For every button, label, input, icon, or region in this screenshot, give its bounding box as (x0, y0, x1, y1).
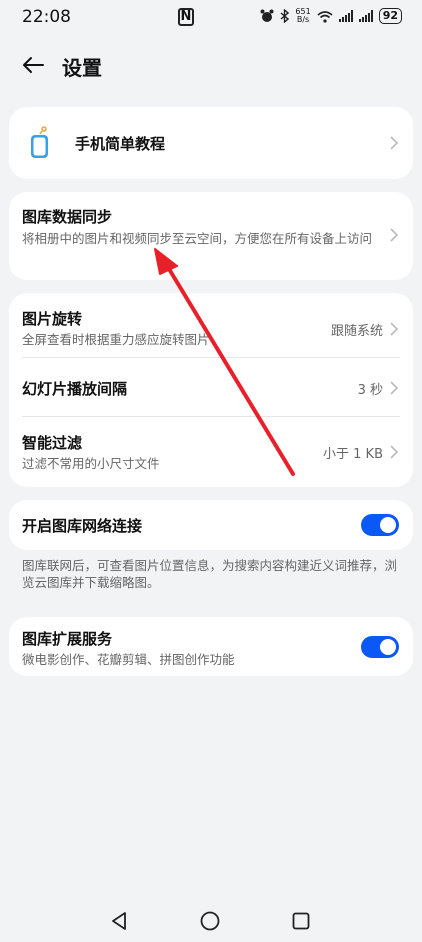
toggle-knob (380, 639, 396, 655)
slideshow-row[interactable]: 幻灯片播放间隔 3 秒 (9, 358, 413, 416)
toggle-knob (380, 517, 396, 533)
extension-toggle[interactable] (361, 636, 399, 658)
network-title: 开启图库网络连接 (22, 517, 143, 535)
network-note: 图库联网后，可查看图片位置信息，为搜索内容构建近义词推荐，浏览云图库并下载缩略图… (22, 558, 398, 590)
nav-back-icon[interactable] (110, 911, 128, 931)
network-speed: 651 B/s (295, 8, 310, 24)
rotate-title: 图片旋转 (22, 310, 83, 328)
sync-title: 图库数据同步 (22, 208, 113, 226)
page-title: 设置 (62, 56, 102, 80)
extension-title: 图库扩展服务 (22, 630, 113, 648)
rotate-description: 全屏查看时根据重力感应旋转图片 (22, 332, 210, 347)
chevron-right-icon (390, 322, 399, 336)
phone-tutorial-icon (31, 126, 48, 158)
network-card: 开启图库网络连接 (9, 500, 413, 550)
extension-description: 微电影创作、花瓣剪辑、拼图创作功能 (22, 652, 235, 667)
signal-icon-1 (338, 10, 353, 22)
rotate-value: 跟随系统 (330, 324, 383, 339)
nav-home-icon[interactable] (200, 911, 220, 931)
filter-row[interactable]: 智能过滤 过滤不常用的小尺寸文件 小于 1 KB (9, 417, 413, 487)
bluetooth-icon (280, 9, 290, 23)
slideshow-value: 3 秒 (357, 383, 383, 398)
chevron-right-icon (390, 445, 399, 459)
sync-card[interactable]: 图库数据同步 将相册中的图片和视频同步至云空间，方便您在所有设备上访问 (9, 192, 413, 280)
wifi-icon (317, 10, 333, 23)
alarm-icon (260, 9, 274, 22)
back-arrow-icon[interactable] (20, 52, 46, 78)
chevron-right-icon (390, 228, 399, 242)
status-time: 22:08 (22, 7, 71, 27)
nfc-icon: N (178, 8, 194, 26)
network-toggle[interactable] (361, 514, 399, 536)
navigation-bar (0, 905, 422, 942)
tutorial-card[interactable]: 手机简单教程 (9, 107, 413, 179)
nav-recents-icon[interactable] (292, 912, 310, 930)
chevron-right-icon (390, 136, 399, 150)
extension-card: 图库扩展服务 微电影创作、花瓣剪辑、拼图创作功能 (9, 617, 413, 676)
filter-description: 过滤不常用的小尺寸文件 (22, 456, 160, 471)
tutorial-label: 手机简单教程 (75, 135, 166, 153)
header: 设置 (0, 48, 422, 88)
status-bar: 22:08 N 651 B/s 92 (0, 0, 422, 36)
rotate-row[interactable]: 图片旋转 全屏查看时根据重力感应旋转图片 跟随系统 (9, 293, 413, 357)
network-speed-unit: B/s (296, 15, 310, 24)
chevron-right-icon (390, 381, 399, 395)
display-settings-card: 图片旋转 全屏查看时根据重力感应旋转图片 跟随系统 幻灯片播放间隔 3 秒 智能… (9, 293, 413, 487)
status-icons: 651 B/s 92 (260, 8, 402, 24)
battery-indicator: 92 (378, 8, 402, 24)
filter-title: 智能过滤 (22, 434, 83, 452)
signal-icon-2 (358, 10, 373, 22)
slideshow-title: 幻灯片播放间隔 (22, 380, 128, 398)
filter-value: 小于 1 KB (323, 447, 383, 462)
sync-description: 将相册中的图片和视频同步至云空间，方便您在所有设备上访问 (22, 231, 373, 246)
